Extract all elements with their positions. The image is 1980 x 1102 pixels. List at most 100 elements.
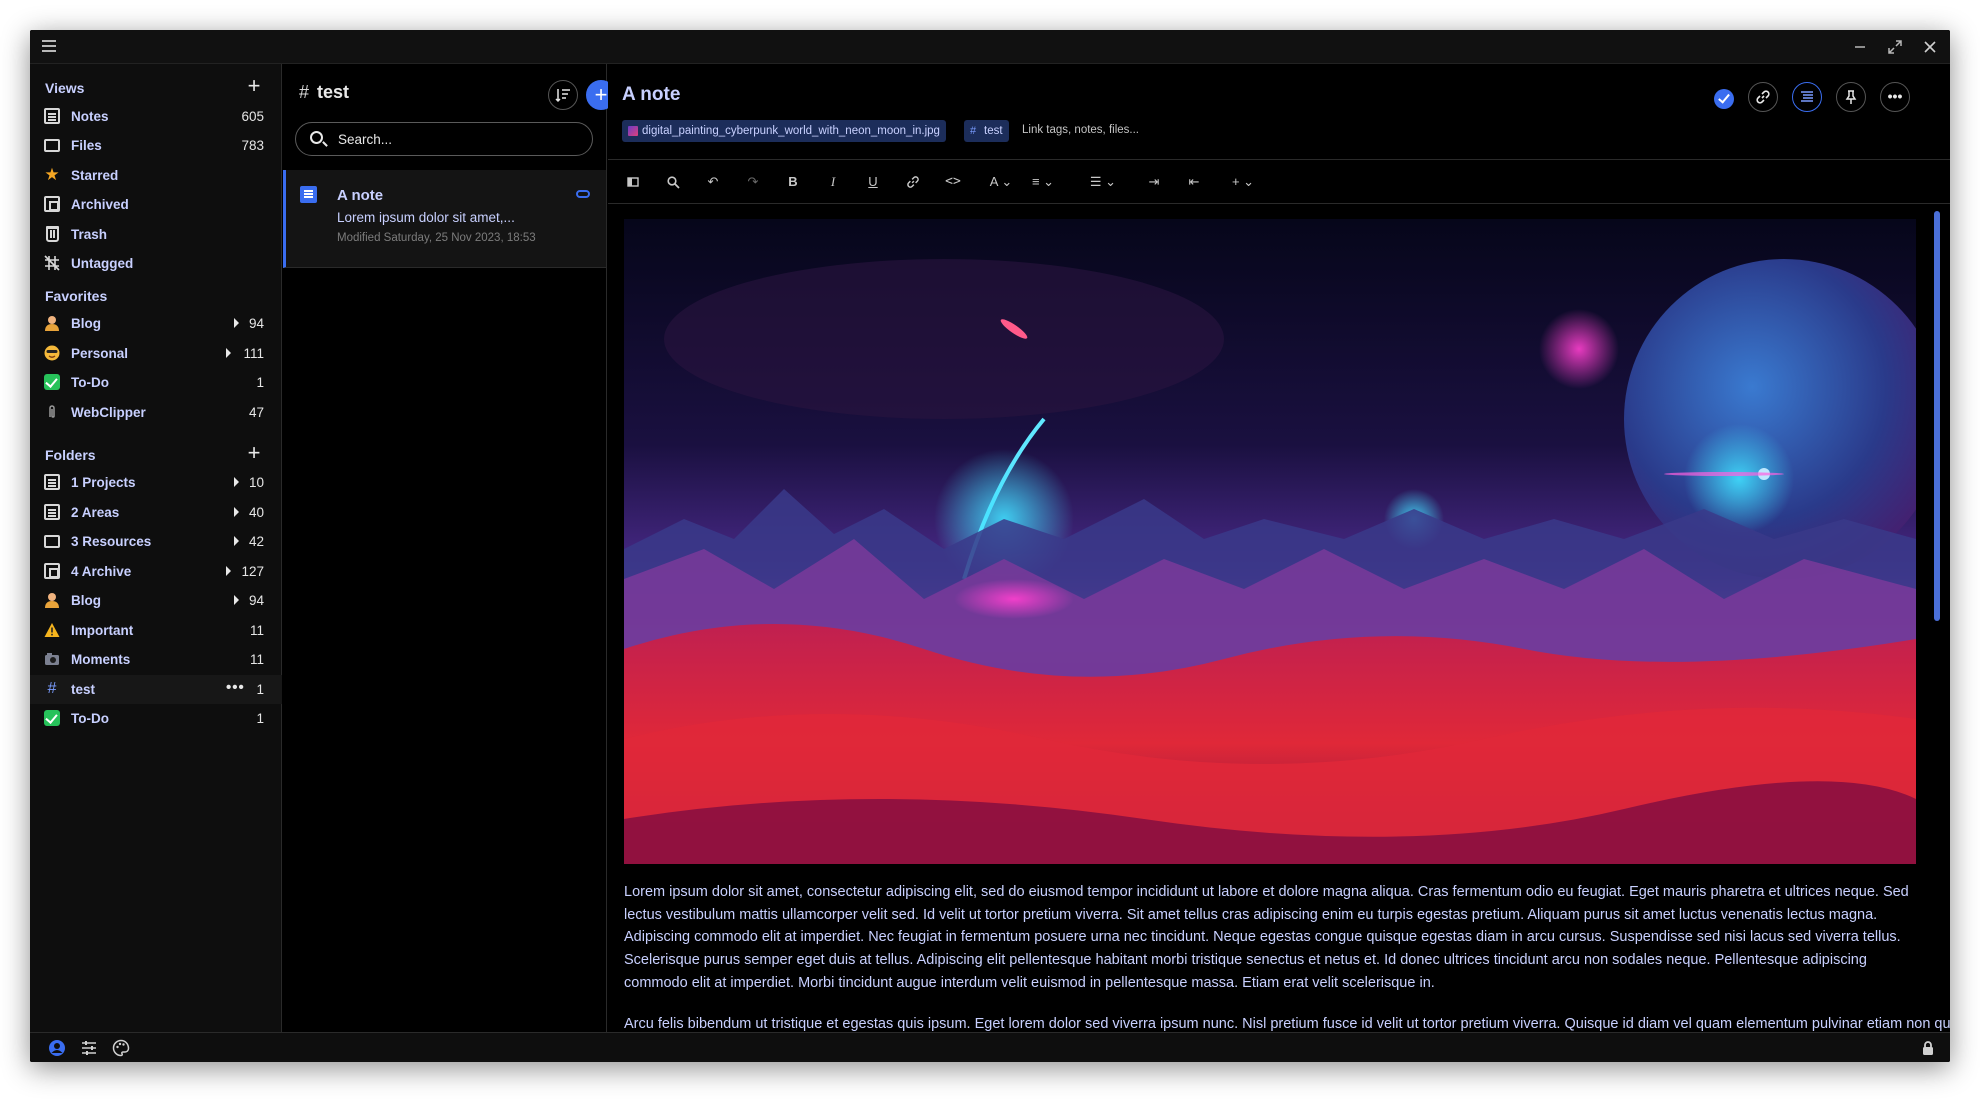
sidebar-item-label: test: [71, 682, 96, 697]
sidebar-item-4-archive[interactable]: 4 Archive 127: [30, 557, 282, 586]
sidebar-item-moments[interactable]: Moments 11: [30, 645, 282, 674]
sidebar-item-count: 111: [243, 346, 264, 361]
link-button[interactable]: [1748, 82, 1778, 112]
sidebar-item-label: Blog: [71, 593, 101, 608]
theme-palette-icon[interactable]: [112, 1039, 130, 1057]
insert-icon[interactable]: + ⌄: [1226, 173, 1260, 191]
account-icon[interactable]: [48, 1039, 66, 1057]
close-icon[interactable]: [1920, 37, 1940, 57]
lock-icon[interactable]: [1919, 1039, 1937, 1057]
sidebar-item-label: Personal: [71, 346, 129, 361]
hash-icon: #: [47, 680, 57, 697]
add-folder-button[interactable]: +: [244, 442, 264, 464]
menu-icon[interactable]: [42, 40, 56, 52]
sidebar-item-important[interactable]: Important 11: [30, 616, 282, 645]
note-content[interactable]: Lorem ipsum dolor sit amet, consectetur …: [608, 205, 1950, 1032]
sidebar-item-label: Untagged: [71, 256, 134, 271]
sidebar-item-files[interactable]: Files 783: [30, 131, 282, 160]
note-modified-date: Modified Saturday, 25 Nov 2023, 18:53: [337, 232, 536, 244]
search-box[interactable]: [295, 122, 593, 156]
indent-icon[interactable]: ⇥: [1146, 173, 1162, 191]
expand-caret-icon[interactable]: [234, 477, 239, 487]
sidebar-item-count: 1: [256, 682, 264, 697]
search-input[interactable]: [338, 129, 578, 149]
sort-button[interactable]: [548, 80, 578, 110]
sidebar-item-blog-folder[interactable]: Blog 94: [30, 586, 282, 615]
outline-button[interactable]: [1792, 82, 1822, 112]
note-list-item[interactable]: A note Lorem ipsum dolor sit amet,... Mo…: [283, 170, 606, 268]
add-view-button[interactable]: +: [244, 75, 264, 97]
attachment-chip[interactable]: digital_painting_cyberpunk_world_with_ne…: [622, 120, 946, 142]
expand-caret-icon[interactable]: [234, 507, 239, 517]
formatting-toolbar: ↶ ↷ B I U <> A ⌄ ≡ ⌄ ☰ ⌄ ⇥ ⇤ + ⌄: [608, 159, 1950, 204]
toggle-toolbar-icon[interactable]: [626, 173, 640, 191]
sidebar-item-3-resources[interactable]: 3 Resources 42: [30, 527, 282, 556]
star-icon: ★: [44, 165, 60, 184]
note-paragraph[interactable]: Lorem ipsum dolor sit amet, consectetur …: [624, 881, 1924, 995]
link-icon: [576, 190, 590, 198]
pin-button[interactable]: [1836, 82, 1866, 112]
sidebar-item-count: 11: [249, 652, 264, 667]
sidebar-item-todo[interactable]: To-Do 1: [30, 368, 282, 397]
link-input[interactable]: Link tags, notes, files...: [1022, 124, 1139, 136]
bold-icon[interactable]: B: [786, 173, 800, 191]
hyperlink-icon[interactable]: [905, 173, 921, 191]
outdent-icon[interactable]: ⇤: [1186, 173, 1202, 191]
note-paragraph[interactable]: Arcu felis bibendum ut tristique et eges…: [624, 1013, 1950, 1032]
settings-sliders-icon[interactable]: [80, 1039, 98, 1057]
untagged-icon: [44, 255, 60, 271]
paperclip-icon: [44, 404, 60, 420]
sidebar-item-notes[interactable]: Notes 605: [30, 102, 282, 131]
more-options-button[interactable]: •••: [1880, 82, 1910, 112]
expand-caret-icon[interactable]: [234, 536, 239, 546]
note-title: A note: [337, 187, 384, 204]
sidebar-item-2-areas[interactable]: 2 Areas 40: [30, 498, 282, 527]
link-icon: [1756, 90, 1770, 104]
sidebar-item-label: To-Do: [71, 375, 109, 390]
expand-caret-icon[interactable]: [234, 318, 239, 328]
note-list-panel: #test + A note Lorem ipsum dolor sit ame…: [283, 64, 616, 1032]
sidebar-item-todo-folder[interactable]: To-Do 1: [30, 704, 282, 733]
sidebar-item-test[interactable]: # test ••• 1: [30, 675, 282, 704]
expand-caret-icon[interactable]: [226, 566, 231, 576]
underline-icon[interactable]: U: [866, 173, 880, 191]
smiley-icon: [44, 345, 60, 361]
redo-icon[interactable]: ↷: [745, 173, 761, 191]
find-icon[interactable]: [666, 173, 680, 191]
list-style-icon[interactable]: ☰ ⌄: [1086, 173, 1120, 191]
cyberpunk-landscape-image[interactable]: [624, 219, 1916, 864]
tag-chip-label: test: [984, 125, 1003, 137]
folders-heading: Folders: [45, 447, 96, 463]
sidebar-item-1-projects[interactable]: 1 Projects 10: [30, 468, 282, 497]
sidebar-item-trash[interactable]: Trash: [30, 220, 282, 249]
sidebar-item-personal[interactable]: Personal 111: [30, 339, 282, 368]
editor-scrollbar[interactable]: [1934, 211, 1940, 621]
sidebar-item-starred[interactable]: ★ Starred: [30, 161, 282, 190]
paragraph-style-icon[interactable]: ≡ ⌄: [1026, 173, 1060, 191]
more-options-icon[interactable]: •••: [226, 679, 245, 696]
sidebar-item-count: 42: [248, 534, 264, 549]
editor-panel: A note digital_painting_cyberpunk_world_…: [608, 64, 1950, 1032]
person-icon: [44, 592, 60, 608]
tag-chip[interactable]: # test: [964, 120, 1009, 142]
text-color-icon[interactable]: A ⌄: [986, 173, 1016, 191]
sidebar-item-archived[interactable]: Archived: [30, 190, 282, 219]
sidebar-item-count: 10: [248, 475, 264, 490]
note-snippet: Lorem ipsum dolor sit amet,...: [337, 210, 515, 225]
expand-caret-icon[interactable]: [226, 348, 231, 358]
undo-icon[interactable]: ↶: [705, 173, 721, 191]
sidebar-item-blog[interactable]: Blog 94: [30, 309, 282, 338]
trash-icon: [46, 226, 59, 242]
code-icon[interactable]: <>: [944, 173, 962, 191]
archive-icon: [44, 196, 60, 212]
italic-icon[interactable]: I: [826, 173, 840, 191]
note-list-title-text: test: [317, 82, 350, 102]
sidebar-item-untagged[interactable]: Untagged: [30, 249, 282, 278]
sidebar-item-label: Archived: [71, 197, 129, 212]
checkbox-icon: [44, 374, 60, 390]
sidebar-item-webclipper[interactable]: WebClipper 47: [30, 398, 282, 427]
maximize-icon[interactable]: [1885, 37, 1905, 57]
note-title-heading[interactable]: A note: [622, 84, 680, 106]
expand-caret-icon[interactable]: [234, 595, 239, 605]
minimize-icon[interactable]: [1850, 37, 1870, 57]
